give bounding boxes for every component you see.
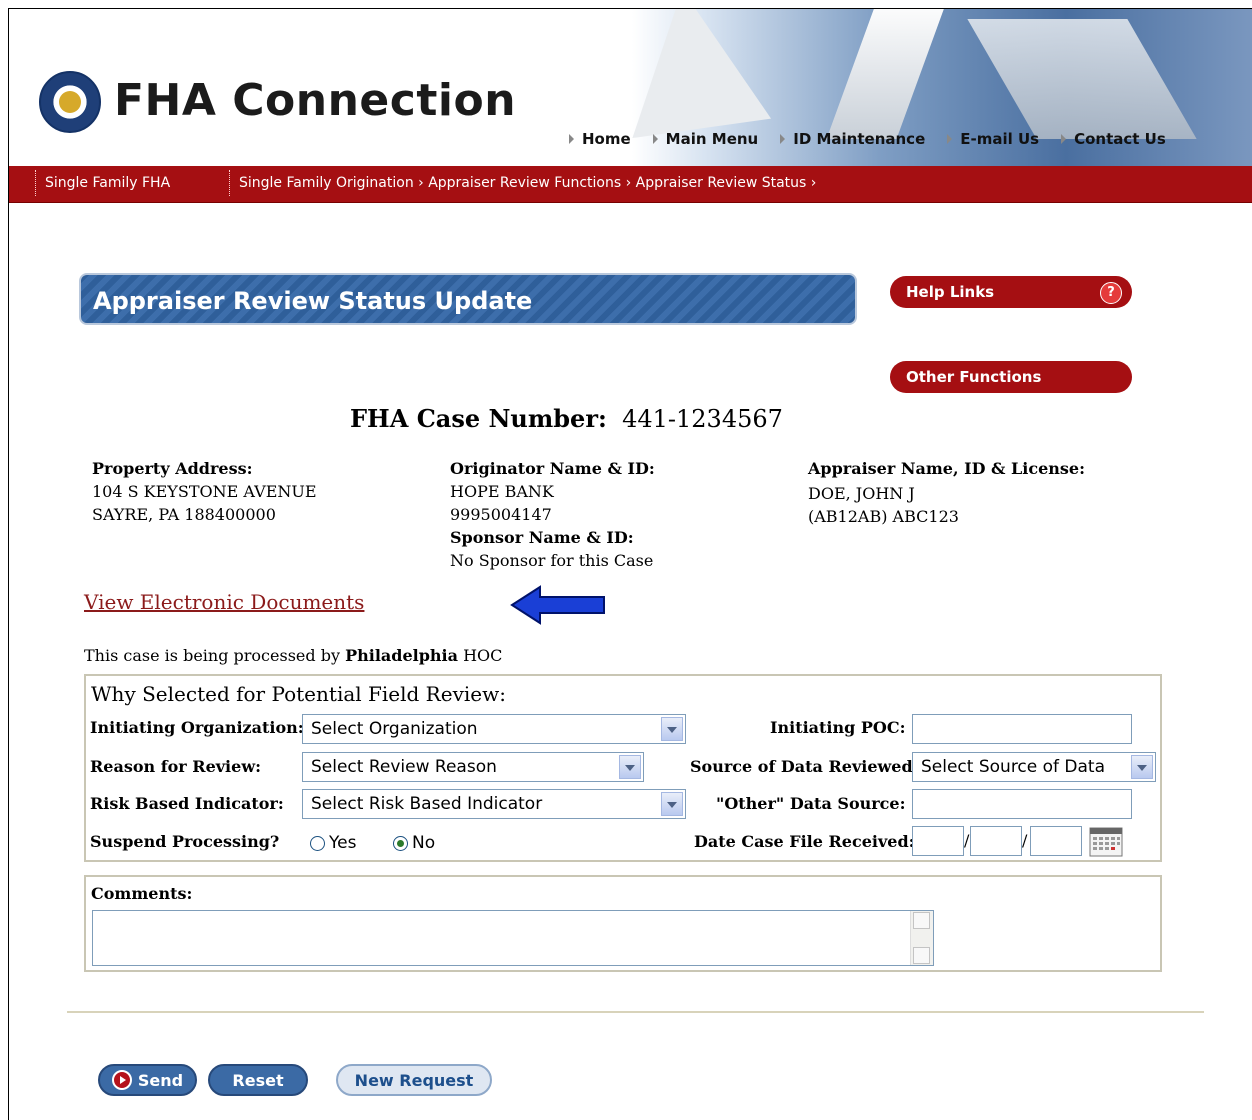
reason-select[interactable]: Select Review Reason	[302, 752, 644, 782]
calendar-icon[interactable]	[1088, 826, 1124, 858]
nav-email-us[interactable]: E-mail Us	[947, 130, 1039, 148]
suspend-no-radio[interactable]: No	[393, 833, 435, 853]
play-icon	[111, 1070, 132, 1090]
comments-label: Comments:	[91, 884, 193, 903]
help-question-icon: ?	[1100, 282, 1122, 304]
suspend-label: Suspend Processing?	[90, 832, 280, 851]
suspend-yes-radio[interactable]: Yes	[310, 833, 356, 853]
chevron-down-icon	[661, 717, 683, 741]
chevron-down-icon	[1131, 755, 1153, 779]
help-links-button[interactable]: Help Links ?	[890, 276, 1132, 308]
new-request-button[interactable]: New Request	[336, 1064, 492, 1096]
date-received-label: Date Case File Received:	[694, 832, 915, 851]
hud-seal-logo	[39, 71, 101, 133]
nav-arrow-icon	[947, 134, 953, 144]
source-select[interactable]: Select Source of Data	[912, 752, 1156, 782]
breadcrumb: Single Family FHA Single Family Originat…	[9, 166, 1252, 203]
breadcrumb-section[interactable]: Single Family FHA	[45, 175, 170, 191]
page-title-bar: Appraiser Review Status Update	[79, 273, 857, 325]
appraiser-block: Appraiser Name, ID & License: DOE, JOHN …	[808, 459, 1086, 526]
nav-contact-us[interactable]: Contact Us	[1061, 130, 1166, 148]
view-electronic-documents-link[interactable]: View Electronic Documents	[84, 590, 364, 614]
nav-arrow-icon	[652, 134, 658, 144]
risk-select[interactable]: Select Risk Based Indicator	[302, 789, 686, 819]
initiating-poc-label: Initiating POC:	[770, 718, 906, 737]
other-source-label: "Other" Data Source:	[716, 794, 906, 813]
nav-main-menu[interactable]: Main Menu	[652, 130, 758, 148]
initiating-poc-input[interactable]	[912, 714, 1132, 744]
divider	[67, 1011, 1204, 1013]
processing-office-text: This case is being processed by Philadel…	[84, 646, 503, 665]
reason-label: Reason for Review:	[90, 757, 261, 776]
radio-selected-icon	[393, 835, 408, 851]
textarea-scrollbar[interactable]	[910, 911, 933, 965]
date-month-input[interactable]	[912, 826, 964, 856]
initiating-org-label: Initiating Organization:	[90, 718, 304, 737]
case-number: FHA Case Number: 441-1234567	[350, 404, 783, 433]
date-year-input[interactable]	[1030, 826, 1082, 856]
chevron-down-icon	[661, 792, 683, 816]
field-review-heading: Why Selected for Potential Field Review:	[91, 682, 506, 706]
page-title: Appraiser Review Status Update	[93, 287, 533, 315]
nav-id-maintenance[interactable]: ID Maintenance	[780, 130, 925, 148]
other-functions-button[interactable]: Other Functions	[890, 361, 1132, 393]
comments-panel: Comments:	[84, 875, 1162, 972]
other-source-input[interactable]	[912, 789, 1132, 819]
top-nav: Home Main Menu ID Maintenance E-mail Us …	[569, 130, 1166, 148]
date-day-input[interactable]	[970, 826, 1022, 856]
chevron-down-icon	[619, 755, 641, 779]
comments-textarea[interactable]	[92, 910, 934, 966]
property-address-block: Property Address: 104 S KEYSTONE AVENUE …	[92, 459, 317, 524]
initiating-org-select[interactable]: Select Organization	[302, 714, 686, 744]
brand-title: FHA Connection	[114, 75, 517, 126]
left-arrow-icon	[510, 585, 605, 625]
originator-block: Originator Name & ID: HOPE BANK 99950041…	[450, 459, 655, 570]
risk-label: Risk Based Indicator:	[90, 794, 284, 813]
nav-arrow-icon	[569, 134, 574, 144]
breadcrumb-path[interactable]: Single Family Origination › Appraiser Re…	[239, 175, 816, 191]
nav-arrow-icon	[1061, 134, 1067, 144]
nav-home[interactable]: Home	[569, 130, 631, 148]
reset-button[interactable]: Reset	[208, 1064, 308, 1096]
header: FHA Connection Home Main Menu ID Mainten…	[9, 9, 1252, 166]
source-label: Source of Data Reviewed:	[690, 757, 919, 776]
send-button[interactable]: Send	[98, 1064, 197, 1096]
radio-icon	[310, 835, 325, 851]
nav-arrow-icon	[780, 134, 786, 144]
